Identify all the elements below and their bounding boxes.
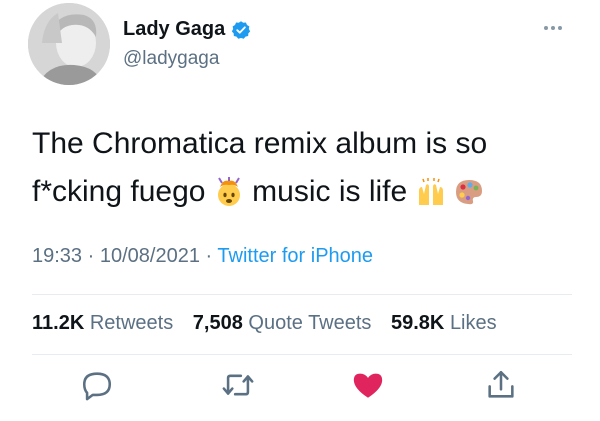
tweet-text-line-1: The Chromatica remix album is so: [32, 127, 488, 160]
artist-palette-emoji-icon: [454, 174, 484, 205]
retweets-count: 11.2K: [32, 312, 85, 334]
divider: [32, 294, 572, 295]
retweets-stat[interactable]: 11.2K Retweets: [32, 312, 173, 334]
verified-badge-icon: [231, 20, 251, 40]
share-icon: [488, 370, 514, 398]
more-options-icon[interactable]: [544, 24, 568, 32]
quotes-count: 7,508: [192, 312, 243, 334]
tweet-stats: 11.2K Retweets 7,508 Quote Tweets 59.8K …: [32, 312, 497, 335]
tweet-meta: 19:33 · 10/08/2021 · Twitter for iPhone: [32, 245, 373, 268]
user-handle[interactable]: @ladygaga: [123, 48, 219, 70]
likes-count: 59.8K: [391, 312, 445, 334]
retweet-icon: [222, 374, 254, 396]
retweets-label: Retweets: [89, 312, 174, 334]
likes-label: Likes: [449, 312, 497, 334]
tweet-card: Lady Gaga @ladygaga The Chromatica remix…: [0, 0, 600, 421]
reply-icon: [82, 372, 112, 401]
meta-separator: ·: [205, 245, 213, 267]
exploding-head-emoji-icon: [214, 174, 244, 206]
quote-tweets-stat[interactable]: 7,508 Quote Tweets: [193, 312, 372, 334]
meta-separator: ·: [87, 245, 95, 267]
display-name[interactable]: Lady Gaga: [123, 18, 225, 41]
like-button[interactable]: [351, 368, 385, 402]
name-row: Lady Gaga: [123, 18, 251, 41]
tweet-text-part: music is life: [252, 175, 408, 208]
tweet-time[interactable]: 19:33: [32, 245, 82, 267]
quotes-label: Quote Tweets: [248, 312, 372, 334]
share-button[interactable]: [484, 368, 518, 402]
reply-button[interactable]: [80, 368, 114, 402]
tweet-date[interactable]: 10/08/2021: [100, 245, 200, 267]
avatar[interactable]: [28, 3, 110, 85]
raising-hands-emoji-icon: [416, 174, 446, 205]
tweet-text-line-2: f*cking fuego music is life: [32, 168, 592, 216]
heart-icon: [353, 373, 383, 398]
action-bar: [0, 368, 600, 404]
tweet-text-part: f*cking fuego: [32, 175, 206, 208]
divider: [32, 354, 572, 355]
likes-stat[interactable]: 59.8K Likes: [391, 312, 497, 334]
tweet-text: The Chromatica remix album is so f*cking…: [32, 120, 592, 216]
retweet-button[interactable]: [221, 368, 255, 402]
tweet-source-link[interactable]: Twitter for iPhone: [217, 245, 373, 267]
